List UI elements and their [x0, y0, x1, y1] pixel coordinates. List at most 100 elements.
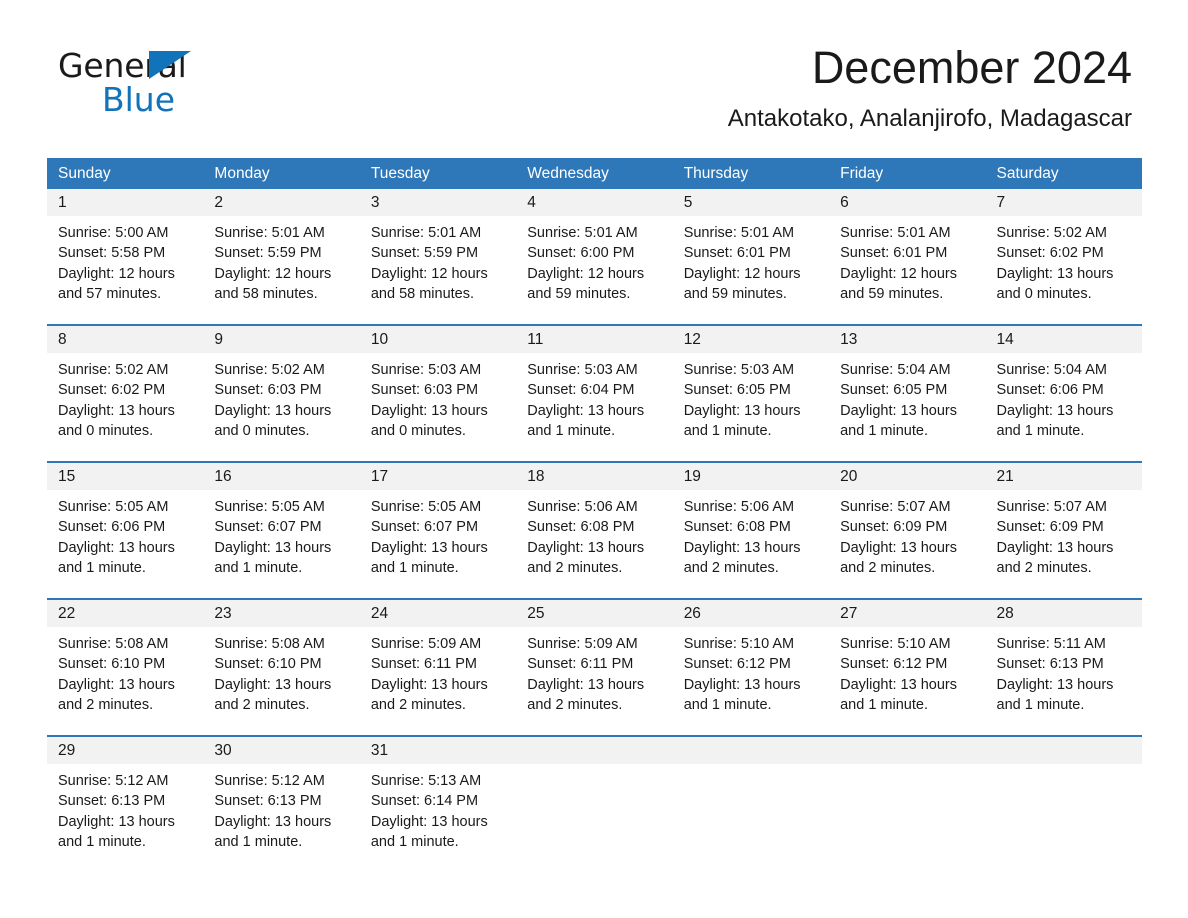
day-number: 12 — [683, 331, 701, 348]
sunset-text: Sunset: 6:12 PM — [840, 656, 948, 673]
day-number-band: 15 — [47, 463, 204, 490]
day-cell[interactable]: 18 Sunrise: 5:06 AM Sunset: 6:08 PM Dayl… — [516, 463, 673, 590]
day-number-band — [985, 737, 1142, 764]
daylight-text-line1: Daylight: 13 hours — [683, 402, 801, 419]
daylight-text-line2: and 1 minute. — [840, 697, 928, 714]
day-number-band: 4 — [516, 189, 673, 216]
daylight-text-line1: Daylight: 13 hours — [683, 539, 801, 556]
day-details: Sunrise: 5:09 AM Sunset: 6:11 PM Dayligh… — [516, 627, 672, 716]
day-cell[interactable]: 8 Sunrise: 5:02 AM Sunset: 6:02 PM Dayli… — [47, 326, 204, 453]
day-details: Sunrise: 5:08 AM Sunset: 6:10 PM Dayligh… — [203, 627, 359, 716]
triangle-icon — [149, 51, 191, 79]
day-number: 9 — [214, 331, 224, 348]
day-cell[interactable]: 31 Sunrise: 5:13 AM Sunset: 6:14 PM Dayl… — [359, 737, 517, 864]
day-number-band: 1 — [47, 189, 204, 216]
day-details: Sunrise: 5:02 AM Sunset: 6:02 PM Dayligh… — [986, 216, 1142, 305]
day-number-band — [672, 737, 830, 764]
day-cell[interactable]: 28 Sunrise: 5:11 AM Sunset: 6:13 PM Dayl… — [985, 600, 1142, 727]
sunset-text: Sunset: 6:07 PM — [214, 519, 322, 536]
day-details: Sunrise: 5:09 AM Sunset: 6:11 PM Dayligh… — [360, 627, 516, 716]
sunset-text: Sunset: 6:01 PM — [683, 245, 791, 262]
day-number-band: 20 — [829, 463, 986, 490]
day-cell[interactable]: 4 Sunrise: 5:01 AM Sunset: 6:00 PM Dayli… — [516, 189, 673, 316]
day-cell[interactable]: 22 Sunrise: 5:08 AM Sunset: 6:10 PM Dayl… — [47, 600, 204, 727]
daylight-text-line2: and 0 minutes. — [214, 423, 310, 440]
sunrise-text: Sunrise: 5:03 AM — [683, 362, 795, 378]
day-cell[interactable]: 11 Sunrise: 5:03 AM Sunset: 6:04 PM Dayl… — [516, 326, 673, 453]
day-number-band: 13 — [829, 326, 986, 353]
day-cell[interactable]: 14 Sunrise: 5:04 AM Sunset: 6:06 PM Dayl… — [985, 326, 1142, 453]
day-number-band: 10 — [359, 326, 517, 353]
weekday-header-saturday: Saturday — [996, 165, 1059, 182]
daylight-text-line1: Daylight: 13 hours — [683, 676, 801, 693]
day-cell[interactable]: 2 Sunrise: 5:01 AM Sunset: 5:59 PM Dayli… — [203, 189, 360, 316]
general-blue-logo[interactable]: General Blue — [58, 48, 278, 118]
day-cell[interactable]: 9 Sunrise: 5:02 AM Sunset: 6:03 PM Dayli… — [203, 326, 360, 453]
weekday-header-thursday: Thursday — [683, 165, 749, 182]
daylight-text-line1: Daylight: 13 hours — [996, 265, 1114, 282]
day-cell[interactable]: 29 Sunrise: 5:12 AM Sunset: 6:13 PM Dayl… — [47, 737, 204, 864]
day-cell[interactable]: 24 Sunrise: 5:09 AM Sunset: 6:11 PM Dayl… — [359, 600, 517, 727]
day-cell[interactable]: 23 Sunrise: 5:08 AM Sunset: 6:10 PM Dayl… — [203, 600, 360, 727]
day-cell[interactable]: 3 Sunrise: 5:01 AM Sunset: 5:59 PM Dayli… — [359, 189, 517, 316]
day-number-band: 3 — [359, 189, 517, 216]
sunrise-text: Sunrise: 5:04 AM — [840, 362, 951, 378]
day-cell[interactable]: 10 Sunrise: 5:03 AM Sunset: 6:03 PM Dayl… — [359, 326, 517, 453]
sunrise-text: Sunrise: 5:01 AM — [683, 225, 795, 241]
daylight-text-line1: Daylight: 13 hours — [996, 539, 1114, 556]
daylight-text-line1: Daylight: 13 hours — [370, 676, 488, 693]
day-cell[interactable]: 1 Sunrise: 5:00 AM Sunset: 5:58 PM Dayli… — [47, 189, 204, 316]
day-number: 13 — [840, 331, 858, 348]
day-number-band: 22 — [47, 600, 204, 627]
daylight-text-line2: and 2 minutes. — [214, 697, 310, 714]
day-number: 28 — [996, 605, 1014, 622]
daylight-text-line1: Daylight: 12 hours — [527, 265, 645, 282]
sunrise-text: Sunrise: 5:07 AM — [996, 499, 1107, 515]
daylight-text-line1: Daylight: 13 hours — [840, 676, 957, 693]
daylight-text-line2: and 59 minutes. — [840, 286, 944, 303]
day-cell[interactable]: 19 Sunrise: 5:06 AM Sunset: 6:08 PM Dayl… — [672, 463, 830, 590]
daylight-text-line1: Daylight: 13 hours — [370, 813, 488, 830]
day-number: 21 — [996, 468, 1014, 485]
daylight-text-line2: and 57 minutes. — [58, 286, 162, 303]
day-cell[interactable]: 7 Sunrise: 5:02 AM Sunset: 6:02 PM Dayli… — [985, 189, 1142, 316]
sunrise-text: Sunrise: 5:01 AM — [214, 225, 325, 241]
sunset-text: Sunset: 6:00 PM — [527, 245, 635, 262]
daylight-text-line1: Daylight: 13 hours — [58, 402, 175, 419]
sunset-text: Sunset: 5:58 PM — [58, 245, 166, 262]
day-cell[interactable]: 13 Sunrise: 5:04 AM Sunset: 6:05 PM Dayl… — [829, 326, 986, 453]
daylight-text-line2: and 59 minutes. — [683, 286, 787, 303]
day-cell[interactable]: 6 Sunrise: 5:01 AM Sunset: 6:01 PM Dayli… — [829, 189, 986, 316]
day-number: 2 — [214, 194, 224, 211]
day-cell[interactable]: 30 Sunrise: 5:12 AM Sunset: 6:13 PM Dayl… — [203, 737, 360, 864]
daylight-text-line2: and 2 minutes. — [683, 560, 779, 577]
day-details: Sunrise: 5:12 AM Sunset: 6:13 PM Dayligh… — [203, 764, 359, 853]
day-details: Sunrise: 5:03 AM Sunset: 6:05 PM Dayligh… — [673, 353, 829, 442]
day-cell[interactable]: 27 Sunrise: 5:10 AM Sunset: 6:12 PM Dayl… — [829, 600, 986, 727]
day-cell[interactable]: 15 Sunrise: 5:05 AM Sunset: 6:06 PM Dayl… — [47, 463, 204, 590]
daylight-text-line2: and 1 minute. — [214, 834, 303, 851]
day-details: Sunrise: 5:11 AM Sunset: 6:13 PM Dayligh… — [986, 627, 1142, 716]
sunrise-text: Sunrise: 5:00 AM — [58, 225, 169, 241]
day-number-band: 8 — [47, 326, 204, 353]
sunrise-text: Sunrise: 5:10 AM — [840, 636, 951, 652]
sunset-text: Sunset: 6:14 PM — [370, 793, 479, 810]
day-cell[interactable]: 25 Sunrise: 5:09 AM Sunset: 6:11 PM Dayl… — [516, 600, 673, 727]
day-cell[interactable]: 21 Sunrise: 5:07 AM Sunset: 6:09 PM Dayl… — [985, 463, 1142, 590]
day-number: 30 — [214, 742, 232, 759]
day-cell-empty — [672, 737, 830, 864]
day-details: Sunrise: 5:01 AM Sunset: 6:01 PM Dayligh… — [673, 216, 829, 305]
day-cell[interactable]: 17 Sunrise: 5:05 AM Sunset: 6:07 PM Dayl… — [359, 463, 517, 590]
day-cell[interactable]: 20 Sunrise: 5:07 AM Sunset: 6:09 PM Dayl… — [829, 463, 986, 590]
day-details: Sunrise: 5:03 AM Sunset: 6:03 PM Dayligh… — [360, 353, 516, 442]
sunrise-text: Sunrise: 5:12 AM — [58, 773, 169, 789]
day-cell[interactable]: 5 Sunrise: 5:01 AM Sunset: 6:01 PM Dayli… — [672, 189, 830, 316]
daylight-text-line2: and 58 minutes. — [214, 286, 318, 303]
day-number: 23 — [214, 605, 232, 622]
daylight-text-line1: Daylight: 13 hours — [527, 676, 645, 693]
day-cell[interactable]: 12 Sunrise: 5:03 AM Sunset: 6:05 PM Dayl… — [672, 326, 830, 453]
day-cell[interactable]: 26 Sunrise: 5:10 AM Sunset: 6:12 PM Dayl… — [672, 600, 830, 727]
day-number: 10 — [370, 331, 389, 348]
day-cell[interactable]: 16 Sunrise: 5:05 AM Sunset: 6:07 PM Dayl… — [203, 463, 360, 590]
day-number: 15 — [58, 468, 76, 485]
